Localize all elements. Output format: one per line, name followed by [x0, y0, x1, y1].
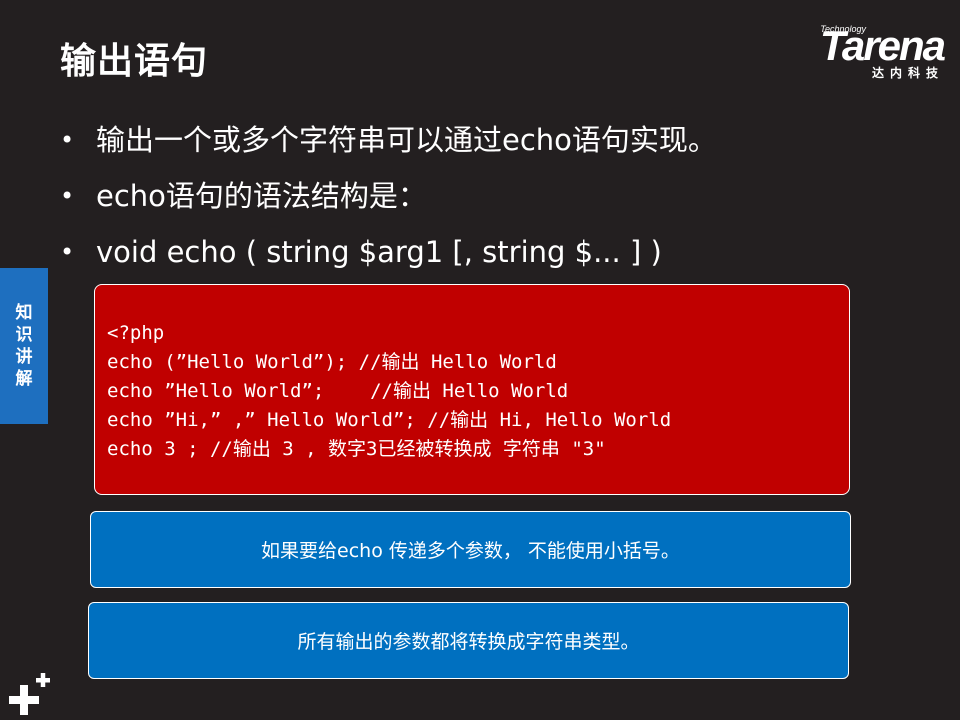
code-line: <?php	[107, 322, 165, 344]
bullet-text: 输出一个或多个字符串可以通过echo语句实现。	[96, 123, 717, 157]
plus-plus-icon	[9, 673, 50, 715]
bullet-dot-icon: •	[60, 238, 75, 266]
bullet-item: • echo语句的语法结构是：	[60, 172, 717, 228]
bullet-dot-icon: •	[60, 182, 75, 210]
bullet-item: • void echo ( string $arg1 [, string $..…	[60, 228, 717, 284]
bullet-text: void echo ( string $arg1 [, string $... …	[96, 235, 662, 269]
code-line: echo (”Hello World”); //输出 Hello World	[107, 351, 557, 373]
note-box-string-conversion: 所有输出的参数都将转换成字符串类型。	[88, 602, 849, 679]
tarena-logo: Technology Tarena 达内科技	[774, 18, 946, 88]
slide-title: 输出语句	[60, 41, 209, 82]
side-tab-knowledge: 知识讲解	[0, 268, 48, 424]
note-text: 如果要给echo 传递多个参数， 不能使用小括号。	[261, 540, 680, 562]
code-line: echo ”Hi,” ,” Hello World”; //输出 Hi, Hel…	[107, 409, 672, 431]
code-line: echo ”Hello World”; //输出 Hello World	[107, 380, 569, 402]
side-tab-label: 知识讲解	[15, 303, 33, 389]
code-line: echo 3 ; //输出 3 , 数字3已经被转换成 字符串 "3"	[107, 438, 606, 460]
bullet-list: • 输出一个或多个字符串可以通过echo语句实现。 • echo语句的语法结构是…	[60, 116, 717, 284]
bullet-text: echo语句的语法结构是：	[96, 179, 427, 213]
logo-brand-text: Tarena	[819, 22, 946, 69]
logo-chinese-text: 达内科技	[871, 66, 944, 80]
note-text: 所有输出的参数都将转换成字符串类型。	[297, 631, 640, 653]
bullet-item: • 输出一个或多个字符串可以通过echo语句实现。	[60, 116, 717, 172]
code-example-box: <?php echo (”Hello World”); //输出 Hello W…	[94, 284, 850, 495]
note-box-parentheses: 如果要给echo 传递多个参数， 不能使用小括号。	[90, 511, 851, 588]
bullet-dot-icon: •	[60, 126, 75, 154]
